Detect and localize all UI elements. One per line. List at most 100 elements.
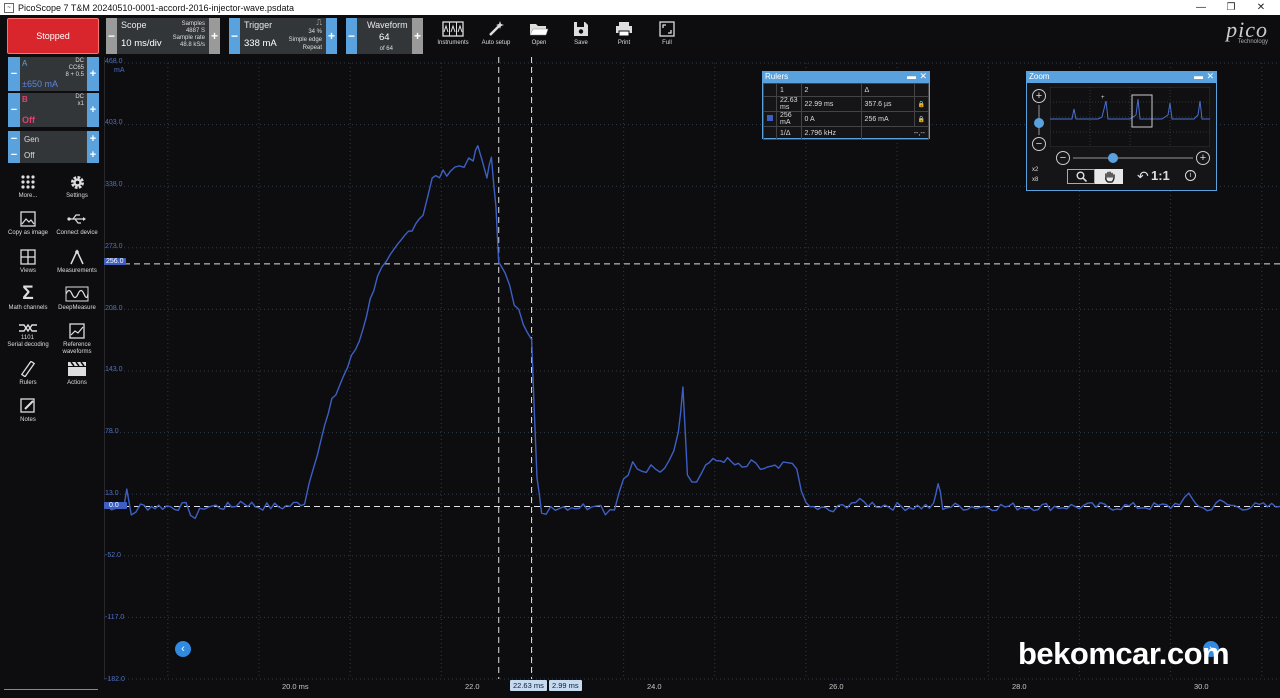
rulers-close-icon[interactable]: ✕	[919, 71, 927, 82]
restore-button[interactable]: ❐	[1216, 0, 1246, 15]
zoom-in-horizontal-button[interactable]: +	[1196, 151, 1210, 165]
rulers-panel[interactable]: Rulers ▬ ✕ 1 2 Δ 22.63 ms 22.99 ms 357.6…	[762, 71, 930, 140]
info-icon[interactable]: i	[1185, 170, 1196, 181]
ruler-zero-label[interactable]: 0.0	[104, 502, 127, 509]
channel-b-panel[interactable]: − B Off DC x1 +	[8, 93, 99, 127]
trigger-decrease-button[interactable]: −	[229, 18, 240, 54]
scope-increase-button[interactable]: +	[209, 18, 220, 54]
zoom-panel-header[interactable]: Zoom ▬ ✕	[1027, 71, 1216, 83]
rulers-lock-cell	[913, 83, 930, 97]
rulers-minimize-icon[interactable]: ▬	[907, 71, 916, 81]
instruments-button[interactable]: Instruments	[433, 18, 473, 54]
generator-minus[interactable]: − −	[8, 131, 20, 163]
measurements-label: Measurements	[57, 268, 97, 274]
zoom-tool-button[interactable]	[1067, 169, 1095, 184]
copy-as-image-label: Copy as image	[7, 230, 49, 236]
save-button[interactable]: Save	[561, 18, 601, 54]
channel-a-panel[interactable]: − A ±650 mA DC CC65 8 + 0.5 +	[8, 57, 99, 91]
ruler-level-1: 256 mA	[776, 111, 802, 127]
horizontal-zoom-track[interactable]	[1073, 157, 1193, 159]
lock-icon[interactable]: 🔒	[913, 96, 930, 112]
settings-button[interactable]: Settings	[52, 171, 102, 200]
x-tick-label: 20.0 ms	[282, 682, 309, 691]
scope-decrease-button[interactable]: −	[106, 18, 117, 54]
channel-b-minus[interactable]: −	[8, 93, 20, 127]
math-channels-button[interactable]: Σ Math channels	[3, 283, 53, 312]
horizontal-zoom-thumb[interactable]	[1108, 153, 1118, 163]
ruler-256-label[interactable]: 256.0	[104, 258, 126, 265]
ruler-2-time-label[interactable]: 2.99 ms	[549, 680, 582, 691]
save-label: Save	[574, 40, 588, 46]
measurements-button[interactable]: Measurements	[52, 246, 102, 275]
scroll-left-button[interactable]: ‹	[175, 641, 191, 657]
channel-b-probe: x1	[77, 101, 84, 107]
waveform-increase-button[interactable]: +	[412, 18, 423, 54]
waveform-decrease-button[interactable]: −	[346, 18, 357, 54]
channel-b-coupling: DC	[75, 94, 84, 100]
actions-button[interactable]: Actions	[52, 358, 102, 387]
more-button[interactable]: More...	[3, 171, 53, 200]
waveform-group[interactable]: Waveform 64 of 64	[357, 18, 412, 54]
zoom-out-vertical-button[interactable]: −	[1032, 137, 1046, 151]
notes-button[interactable]: Notes	[3, 395, 53, 424]
print-button[interactable]: Print	[604, 18, 644, 54]
trigger-group[interactable]: Trigger 338 mA ⎍ 34 % Simple edge Repeat	[240, 18, 326, 54]
y-tick-label: 338.0	[105, 181, 123, 188]
scope-view[interactable]: 468.0 mA 403.0 338.0 273.0 256.0 208.0 1…	[103, 57, 1280, 693]
notes-icon	[3, 395, 53, 417]
zoom-overview[interactable]: +	[1050, 87, 1210, 147]
magnifier-icon	[1076, 171, 1087, 182]
sidebar-divider	[4, 689, 98, 690]
open-button[interactable]: Open	[519, 18, 559, 54]
auto-setup-button[interactable]: Auto setup	[476, 18, 516, 54]
gear-icon	[52, 171, 102, 193]
zoom-ratio[interactable]: 1:1	[1151, 168, 1170, 183]
title-bar: ~ PicoScope 7 T&M 20240510-0001-accord-2…	[0, 0, 1280, 15]
y-tick-label: -182.0	[105, 676, 125, 683]
zoom-panel[interactable]: Zoom ▬ ✕ + − + − + x2 x8 ↶ 1:1 i	[1026, 71, 1217, 191]
undo-zoom-icon[interactable]: ↶	[1137, 168, 1149, 185]
zoom-in-vertical-button[interactable]: +	[1032, 89, 1046, 103]
serial-decoding-button[interactable]: 1101 Serial decoding	[3, 320, 53, 349]
generator-plus[interactable]: + +	[87, 131, 99, 163]
views-button[interactable]: Views	[3, 246, 53, 275]
waveform-title: Waveform	[367, 20, 408, 30]
full-screen-button[interactable]: Full	[647, 18, 687, 54]
generator-panel[interactable]: − − Gen Off + +	[8, 131, 99, 163]
rulers-button[interactable]: Rulers	[3, 358, 53, 387]
channel-b-plus[interactable]: +	[87, 93, 99, 127]
vertical-zoom-thumb[interactable]	[1034, 118, 1044, 128]
reference-waveforms-label: Reference waveforms	[62, 342, 92, 355]
channel-a-minus[interactable]: −	[8, 57, 20, 91]
close-button[interactable]: ✕	[1246, 0, 1276, 15]
ruler-time-2: 22.99 ms	[800, 96, 862, 112]
app-icon: ~	[4, 2, 14, 13]
y-tick-label: 403.0	[105, 119, 123, 126]
hand-icon	[1104, 171, 1115, 183]
zoom-out-horizontal-button[interactable]: −	[1056, 151, 1070, 165]
zoom-close-icon[interactable]: ✕	[1206, 71, 1214, 82]
rulers-corner-cell	[763, 83, 777, 97]
rulers-panel-header[interactable]: Rulers ▬ ✕	[763, 71, 929, 83]
sample-rate-label: Sample rate	[172, 35, 205, 41]
run-stop-button[interactable]: Stopped	[7, 18, 99, 54]
lock-icon[interactable]: 🔒	[913, 111, 930, 127]
pan-tool-button[interactable]	[1095, 169, 1123, 184]
channel-a-plus[interactable]: +	[87, 57, 99, 91]
x-tick-label: 24.0	[647, 682, 662, 691]
deepmeasure-button[interactable]: DeepMeasure	[52, 283, 102, 312]
y-unit-label: mA	[114, 67, 125, 74]
ruler-level-2: 0 A	[800, 111, 862, 127]
connect-device-button[interactable]: Connect device	[52, 208, 102, 237]
y-tick-label: 13.0	[105, 490, 119, 497]
copy-as-image-button[interactable]: Copy as image	[3, 208, 53, 237]
trigger-increase-button[interactable]: +	[326, 18, 337, 54]
ruler-1-time-label[interactable]: 22.63 ms	[510, 680, 547, 691]
reference-waveforms-button[interactable]: Reference waveforms	[52, 320, 102, 356]
minimize-button[interactable]: —	[1186, 0, 1216, 15]
channel-a-probe: CC65	[68, 65, 84, 71]
ruler-icon	[3, 358, 53, 380]
scope-group[interactable]: Scope 10 ms/div Samples 4887 S Sample ra…	[117, 18, 209, 54]
zoom-minimize-icon[interactable]: ▬	[1194, 71, 1203, 81]
x-tick-label: 28.0	[1012, 682, 1027, 691]
